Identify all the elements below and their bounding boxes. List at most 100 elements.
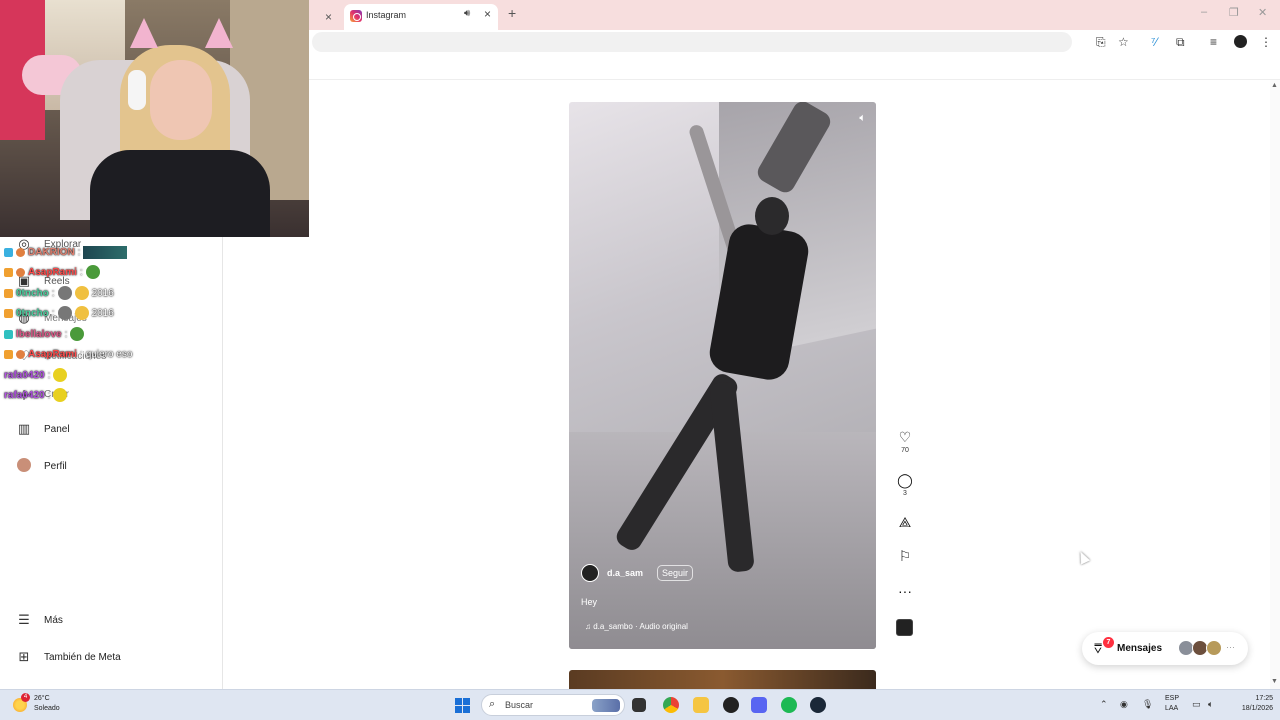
share-button[interactable]: ⟁	[895, 514, 915, 530]
chat-badge-icon	[16, 267, 25, 277]
reel-audio-link[interactable]: ♫ d.a_sambo · Audio original	[585, 622, 805, 631]
avatar[interactable]	[581, 564, 599, 582]
clock-date[interactable]: 18/1/2026	[1230, 705, 1273, 712]
close-window-button[interactable]: ✕	[1258, 6, 1267, 19]
reel-audio-label: d.a_sambo · Audio original	[593, 622, 688, 631]
clock-time[interactable]: 17:25	[1247, 695, 1273, 702]
browser-tab-strip: × Instagram 🔊︎ × + – ❐ ✕	[308, 0, 1280, 30]
scroll-down-icon[interactable]: ▼	[1271, 678, 1278, 685]
restore-button[interactable]: ❐	[1229, 6, 1239, 19]
tab-close-icon[interactable]: ×	[484, 7, 491, 21]
laughing-emote-icon	[53, 388, 68, 402]
chat-username: DAKRION	[28, 246, 75, 258]
like-button[interactable]: ♡ 70	[895, 429, 915, 454]
unread-badge: 7	[1103, 637, 1114, 648]
messages-button[interactable]: ⩢ 7 Mensajes ···	[1082, 632, 1248, 665]
chat-emote-icon	[83, 245, 128, 259]
mouse-cursor-icon	[1075, 549, 1091, 565]
speaker-icon[interactable]: 🔊︎	[464, 8, 470, 19]
follow-button[interactable]: Seguir	[657, 565, 694, 581]
chat-message: 0tncho: 2016	[4, 305, 114, 321]
chat-message: lbellalove:	[4, 326, 85, 342]
steam-icon[interactable]	[810, 697, 826, 713]
like-count: 70	[901, 447, 909, 454]
cat-ear-right	[205, 18, 233, 48]
browser-menu-icon[interactable]: ⋮	[1260, 35, 1272, 49]
obs-icon[interactable]	[723, 697, 739, 713]
avatar-icon	[16, 458, 32, 475]
stream-chat-overlay: DAKRION: AsapRami: 0tncho: 2016 0tncho: …	[0, 244, 224, 404]
volume-icon[interactable]: 🔈︎	[1208, 699, 1213, 710]
chart-icon: ▥	[17, 421, 31, 436]
translate-extension-icon[interactable]: ⁷⁄	[1151, 35, 1157, 49]
sidebar-item-label: También de Meta	[44, 651, 121, 663]
network-icon[interactable]: ▭	[1192, 699, 1201, 710]
language-indicator[interactable]: ESP	[1165, 695, 1179, 702]
chrome-icon[interactable]	[663, 697, 679, 713]
windows-start-icon[interactable]	[455, 698, 470, 713]
chat-badge-icon	[16, 349, 25, 359]
pepe-emote-icon	[70, 327, 85, 341]
discord-icon[interactable]	[751, 697, 767, 713]
spotify-icon[interactable]	[781, 697, 797, 713]
comment-button[interactable]: ◯ 3	[895, 472, 915, 497]
chat-text: 2016	[91, 307, 114, 319]
task-view-icon[interactable]	[632, 698, 646, 712]
sidebar-item-label: Panel	[44, 423, 70, 435]
save-button[interactable]: ⚐	[895, 548, 915, 564]
sidebar-item-meta[interactable]: ⊞ También de Meta	[16, 649, 121, 665]
webcam-overlay	[0, 0, 309, 237]
chat-emote-icon	[57, 286, 72, 300]
sidebar-item-mas[interactable]: ☰ Más	[16, 612, 63, 628]
avatar	[1206, 640, 1222, 656]
keyboard-layout[interactable]: LAA	[1165, 705, 1178, 712]
address-bar-row: ⎘ ☆ ⁷⁄ ⧉ ≡ ⋮	[308, 30, 1280, 54]
address-field[interactable]	[312, 32, 1072, 52]
cat-ear-left	[130, 18, 158, 48]
reel-username[interactable]: d.a_sam	[607, 568, 643, 578]
tab-instagram[interactable]: Instagram 🔊︎ ×	[344, 4, 498, 30]
install-app-icon[interactable]: ⎘	[1096, 35, 1106, 50]
sidebar-item-panel[interactable]: ▥ Panel	[16, 421, 70, 437]
tray-app-icon[interactable]: ◉	[1120, 699, 1128, 710]
mute-icon[interactable]: 🔈︎	[859, 112, 866, 125]
chat-badge-icon	[4, 329, 13, 339]
chat-message: DAKRION:	[4, 244, 128, 260]
sidebar-item-label: Más	[44, 614, 63, 626]
file-explorer-icon[interactable]	[693, 697, 709, 713]
tray-chevron-icon[interactable]: ⌃	[1100, 699, 1108, 710]
audio-thumbnail[interactable]	[896, 619, 913, 636]
chat-badge-icon	[4, 247, 13, 257]
search-highlight-icon	[592, 699, 620, 712]
previous-tab[interactable]: ×	[308, 4, 344, 30]
chat-message: rafa0420:	[4, 387, 68, 403]
heart-icon: ♡	[898, 429, 912, 445]
scroll-up-icon[interactable]: ▲	[1271, 82, 1278, 89]
new-tab-button[interactable]: +	[508, 5, 516, 21]
bookmark-star-icon[interactable]: ☆	[1118, 35, 1129, 49]
reading-list-icon[interactable]: ≡	[1210, 35, 1217, 49]
taskbar-search[interactable]: ⌕ Buscar	[481, 694, 625, 716]
profile-avatar-icon[interactable]	[1234, 35, 1247, 48]
pepe-emote-icon	[85, 265, 100, 279]
chat-badge-icon	[4, 308, 13, 318]
chat-username: lbellalove	[16, 328, 62, 340]
previous-tab-close-icon[interactable]: ×	[325, 10, 332, 24]
next-reel-preview[interactable]	[569, 670, 876, 690]
messages-label: Mensajes	[1117, 643, 1163, 654]
webcam-streamer-face	[150, 60, 212, 140]
extensions-icon[interactable]: ⧉	[1176, 35, 1185, 50]
chat-message: AsapRami:	[4, 264, 100, 280]
vertical-scrollbar[interactable]: ▲ ▼	[1270, 80, 1280, 690]
search-placeholder: Buscar	[505, 700, 534, 710]
reel-video[interactable]: 🔈︎ d.a_sam Seguir Hey ♫ d.a_sambo · Audi…	[569, 102, 876, 649]
sidebar-item-label: Perfil	[44, 461, 67, 472]
chat-badge-icon	[16, 247, 25, 257]
sidebar-item-perfil[interactable]: Perfil	[16, 458, 67, 475]
hand-emoji-icon	[74, 306, 89, 320]
microphone-icon[interactable]: 🎙︎	[1142, 699, 1153, 710]
more-options-button[interactable]: ···	[895, 583, 915, 599]
minimize-button[interactable]: –	[1201, 6, 1207, 18]
hand-emoji-icon	[74, 286, 89, 300]
chat-username: rafa0420	[4, 369, 45, 381]
